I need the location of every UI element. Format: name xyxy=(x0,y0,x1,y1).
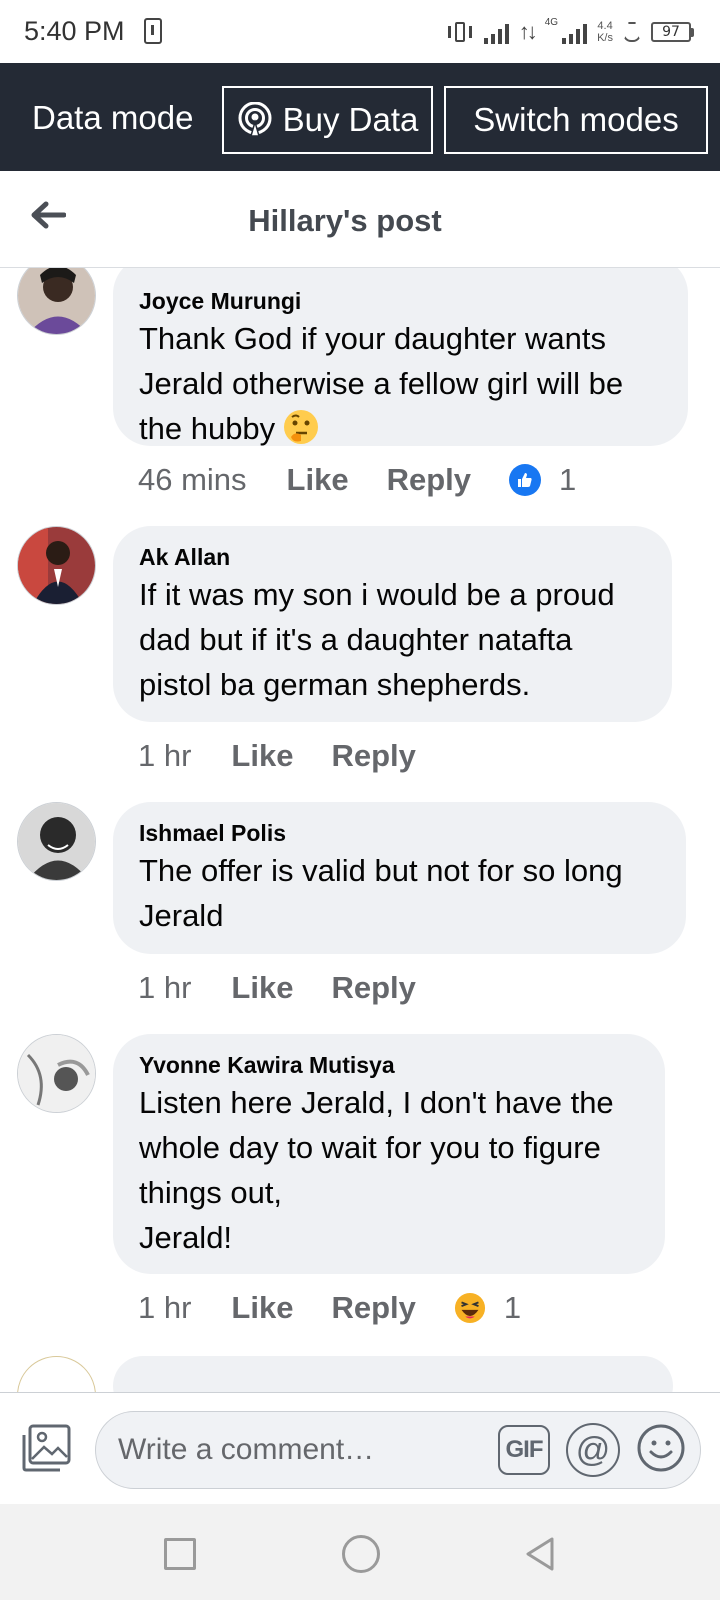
thinking-face-icon xyxy=(284,410,319,444)
mention-button[interactable]: @ xyxy=(566,1423,620,1477)
flask-icon xyxy=(623,22,641,42)
comment-text: If it was my son i would be a proud dad … xyxy=(139,577,615,702)
network-type: 4G xyxy=(544,16,559,28)
laughing-face-icon xyxy=(454,1292,485,1324)
status-icons: ↑↓ 4G 4.4 K/s 97 xyxy=(446,14,694,50)
recent-apps-button[interactable] xyxy=(164,1538,196,1570)
back-triangle-icon[interactable] xyxy=(524,1536,556,1572)
comment-bubble[interactable]: Joyce Murungi Thank God if your daughter… xyxy=(113,268,688,446)
speed-unit: K/s xyxy=(597,32,613,44)
avatar-image xyxy=(18,1035,95,1112)
comment-bubble[interactable] xyxy=(113,1356,673,1392)
signal-icon xyxy=(483,20,509,44)
reply-button[interactable]: Reply xyxy=(387,462,471,498)
comment-time[interactable]: 1 hr xyxy=(138,970,191,1006)
avatar[interactable] xyxy=(17,1356,96,1392)
comment-text: Listen here Jerald, I don't have the who… xyxy=(139,1085,614,1255)
comment-author[interactable]: Ak Allan xyxy=(139,542,646,572)
reply-button[interactable]: Reply xyxy=(331,970,415,1006)
like-button[interactable]: Like xyxy=(231,1290,293,1326)
comment-actions: 1 hr Like Reply xyxy=(138,738,454,774)
photo-icon[interactable] xyxy=(20,1423,72,1473)
network-speed: 4.4 K/s xyxy=(597,20,613,44)
reaction-count[interactable]: 1 xyxy=(559,462,576,498)
comment-text: The offer is valid but not for so long J… xyxy=(139,853,623,933)
comment-composer: GIF @ xyxy=(0,1392,720,1504)
post-header: Hillary's post xyxy=(0,171,720,268)
data-mode-label: Data mode xyxy=(32,99,194,136)
comment-actions: 46 mins Like Reply 1 xyxy=(138,462,576,498)
like-reaction-icon[interactable] xyxy=(509,464,541,496)
switch-modes-button[interactable]: Switch modes xyxy=(444,86,708,154)
comment-author[interactable]: Joyce Murungi xyxy=(139,286,662,316)
comment-bubble[interactable]: Ak Allan If it was my son i would be a p… xyxy=(113,526,672,722)
status-bar: 5:40 PM ↑↓ 4G 4.4 K/s 97 xyxy=(0,0,720,64)
avatar-image xyxy=(18,803,95,880)
avatar[interactable] xyxy=(17,268,96,335)
battery-icon: 97 xyxy=(651,22,694,42)
vibrate-icon xyxy=(446,20,474,44)
comments-list: Joyce Murungi Thank God if your daughter… xyxy=(0,268,720,1392)
signal-icon-2 xyxy=(562,20,588,44)
reply-button[interactable]: Reply xyxy=(331,738,415,774)
comment-time[interactable]: 46 mins xyxy=(138,462,247,498)
data-transfer-icon: ↑↓ xyxy=(518,19,538,44)
comment-actions: 1 hr Like Reply xyxy=(138,970,454,1006)
reaction-count[interactable]: 1 xyxy=(504,1290,521,1326)
haha-reaction-icon[interactable] xyxy=(454,1292,486,1324)
system-nav-bar xyxy=(0,1504,720,1600)
sim-card-icon xyxy=(144,18,162,44)
broadcast-icon xyxy=(238,102,272,137)
comment-author[interactable]: Ishmael Polis xyxy=(139,818,660,848)
comment-text: Thank God if your daughter wants Jerald … xyxy=(139,316,662,451)
avatar[interactable] xyxy=(17,526,96,605)
speed-value: 4.4 xyxy=(597,20,613,32)
avatar[interactable] xyxy=(17,1034,96,1113)
status-time: 5:40 PM xyxy=(24,16,125,46)
home-button[interactable] xyxy=(342,1535,380,1573)
avatar[interactable] xyxy=(17,802,96,881)
avatar-image xyxy=(18,268,95,334)
data-mode-bar: Data mode Buy Data Switch modes xyxy=(0,63,720,171)
comment-time[interactable]: 1 hr xyxy=(138,738,191,774)
gif-button[interactable]: GIF xyxy=(498,1425,550,1475)
battery-level: 97 xyxy=(651,22,691,42)
like-button[interactable]: Like xyxy=(231,738,293,774)
page-title: Hillary's post xyxy=(248,203,442,238)
buy-data-button[interactable]: Buy Data xyxy=(222,86,433,154)
comment-author[interactable]: Yvonne Kawira Mutisya xyxy=(139,1050,639,1080)
comment-text-body: Thank God if your daughter wants Jerald … xyxy=(139,321,624,446)
reply-button[interactable]: Reply xyxy=(331,1290,415,1326)
comment-bubble[interactable]: Ishmael Polis The offer is valid but not… xyxy=(113,802,686,954)
buy-data-label: Buy Data xyxy=(282,101,419,138)
comment-time[interactable]: 1 hr xyxy=(138,1290,191,1326)
like-button[interactable]: Like xyxy=(287,462,349,498)
comment-bubble[interactable]: Yvonne Kawira Mutisya Listen here Jerald… xyxy=(113,1034,665,1274)
avatar-image xyxy=(18,527,95,604)
like-button[interactable]: Like xyxy=(231,970,293,1006)
comment-actions: 1 hr Like Reply 1 xyxy=(138,1290,521,1326)
smiley-icon[interactable] xyxy=(636,1423,686,1473)
thumbs-up-icon xyxy=(518,473,532,487)
